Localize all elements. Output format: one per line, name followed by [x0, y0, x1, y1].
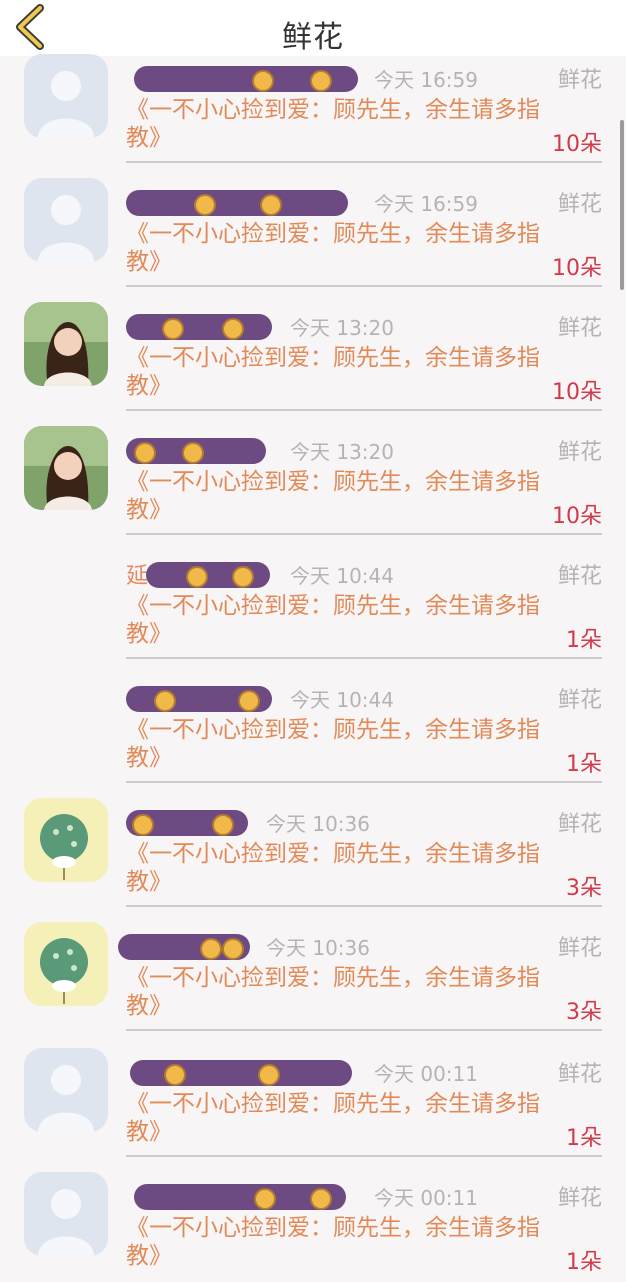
- gift-count: 1朵: [566, 752, 602, 777]
- gift-count: 10朵: [552, 504, 602, 529]
- gift-type: 鲜花: [557, 936, 602, 961]
- timestamp: 今天 16:59: [374, 68, 478, 92]
- avatar[interactable]: [24, 1048, 108, 1132]
- scrollbar[interactable]: [620, 120, 624, 290]
- username[interactable]: 延: [126, 558, 148, 590]
- timestamp: 今天 10:36: [266, 936, 370, 960]
- gift-count: 1朵: [566, 1126, 602, 1151]
- timestamp: 今天 16:59: [374, 192, 478, 216]
- divider: [126, 657, 602, 659]
- gift-count: 3朵: [566, 1000, 602, 1025]
- redaction-mark: [130, 1060, 352, 1086]
- list-item[interactable]: 今天 10:36 鲜花 《一不小心捡到爱：顾先生，余生请多指教》 3朵: [0, 908, 626, 1032]
- gift-count: 10朵: [552, 132, 602, 157]
- gift-count: 10朵: [552, 256, 602, 281]
- avatar[interactable]: [24, 426, 108, 510]
- avatar[interactable]: [24, 922, 108, 1006]
- timestamp: 今天 00:11: [374, 1186, 478, 1210]
- divider: [126, 905, 602, 907]
- gift-type: 鲜花: [557, 440, 602, 465]
- avatar[interactable]: [24, 798, 108, 882]
- redaction-mark: [134, 1184, 346, 1210]
- list-item[interactable]: 今天 13:20 鲜花 《一不小心捡到爱：顾先生，余生请多指教》 10朵: [0, 288, 626, 412]
- divider: [126, 1155, 602, 1157]
- redaction-mark: [126, 438, 266, 464]
- list-item[interactable]: 今天 16:59 鲜花 《一不小心捡到爱：顾先生，余生请多指教》 10朵: [0, 164, 626, 288]
- gift-count: 3朵: [566, 876, 602, 901]
- redaction-mark: [126, 686, 272, 712]
- book-title[interactable]: 《一不小心捡到爱：顾先生，余生请多指教》: [126, 468, 546, 524]
- divider: [126, 161, 602, 163]
- timestamp: 今天 10:44: [290, 564, 394, 588]
- divider: [126, 533, 602, 535]
- redaction-mark: [126, 314, 272, 340]
- avatar[interactable]: [24, 178, 108, 262]
- avatar[interactable]: [24, 54, 108, 138]
- redaction-mark: [126, 190, 348, 216]
- redaction-mark: [146, 562, 270, 588]
- book-title[interactable]: 《一不小心捡到爱：顾先生，余生请多指教》: [126, 716, 546, 772]
- gift-type: 鲜花: [557, 68, 602, 93]
- redaction-mark: [118, 934, 250, 960]
- timestamp: 今天 13:20: [290, 440, 394, 464]
- list-item[interactable]: 今天 00:11 鲜花 《一不小心捡到爱：顾先生，余生请多指教》 1朵: [0, 1158, 626, 1282]
- list-item[interactable]: 延 今天 10:44 鲜花 《一不小心捡到爱：顾先生，余生请多指教》 1朵: [0, 536, 626, 660]
- timestamp: 今天 13:20: [290, 316, 394, 340]
- gift-type: 鲜花: [557, 316, 602, 341]
- avatar[interactable]: [24, 1172, 108, 1256]
- gift-type: 鲜花: [557, 564, 602, 589]
- gift-count: 10朵: [552, 380, 602, 405]
- divider: [126, 1029, 602, 1031]
- timestamp: 今天 00:11: [374, 1062, 478, 1086]
- book-title[interactable]: 《一不小心捡到爱：顾先生，余生请多指教》: [126, 96, 546, 152]
- list-item[interactable]: 今天 10:44 鲜花 《一不小心捡到爱：顾先生，余生请多指教》 1朵: [0, 660, 626, 784]
- book-title[interactable]: 《一不小心捡到爱：顾先生，余生请多指教》: [126, 1090, 546, 1146]
- book-title[interactable]: 《一不小心捡到爱：顾先生，余生请多指教》: [126, 592, 546, 648]
- gift-type: 鲜花: [557, 192, 602, 217]
- divider: [126, 285, 602, 287]
- redaction-mark: [134, 66, 358, 92]
- list-item[interactable]: 今天 10:36 鲜花 《一不小心捡到爱：顾先生，余生请多指教》 3朵: [0, 784, 626, 908]
- book-title[interactable]: 《一不小心捡到爱：顾先生，余生请多指教》: [126, 344, 546, 400]
- list-item[interactable]: 今天 00:11 鲜花 《一不小心捡到爱：顾先生，余生请多指教》 1朵: [0, 1034, 626, 1158]
- book-title[interactable]: 《一不小心捡到爱：顾先生，余生请多指教》: [126, 840, 546, 896]
- timestamp: 今天 10:44: [290, 688, 394, 712]
- gift-type: 鲜花: [557, 688, 602, 713]
- book-title[interactable]: 《一不小心捡到爱：顾先生，余生请多指教》: [126, 220, 546, 276]
- avatar[interactable]: [24, 302, 108, 386]
- gift-type: 鲜花: [557, 1062, 602, 1087]
- book-title[interactable]: 《一不小心捡到爱：顾先生，余生请多指教》: [126, 1214, 546, 1270]
- timestamp: 今天 10:36: [266, 812, 370, 836]
- divider: [126, 409, 602, 411]
- gift-type: 鲜花: [557, 812, 602, 837]
- gift-type: 鲜花: [557, 1186, 602, 1211]
- list-item[interactable]: 今天 16:59 鲜花 《一不小心捡到爱：顾先生，余生请多指教》 10朵: [0, 40, 626, 164]
- divider: [126, 781, 602, 783]
- book-title[interactable]: 《一不小心捡到爱：顾先生，余生请多指教》: [126, 964, 546, 1020]
- redaction-mark: [126, 810, 248, 836]
- list-item[interactable]: 今天 13:20 鲜花 《一不小心捡到爱：顾先生，余生请多指教》 10朵: [0, 412, 626, 536]
- gift-count: 1朵: [566, 1250, 602, 1275]
- gift-count: 1朵: [566, 628, 602, 653]
